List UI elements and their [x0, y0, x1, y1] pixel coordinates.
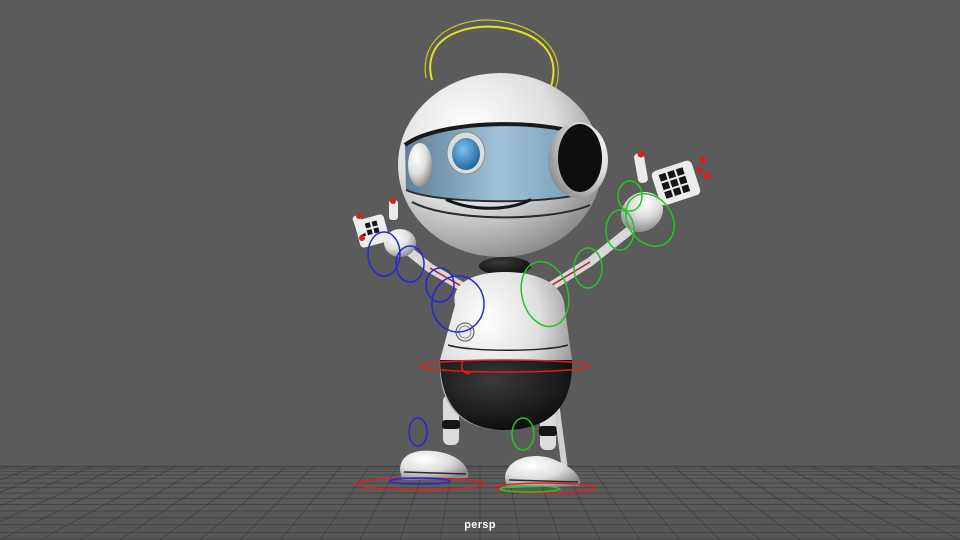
camera-name-label: persp — [464, 519, 496, 531]
torso[interactable] — [439, 272, 573, 430]
persp-viewport[interactable]: persp — [0, 0, 960, 540]
scene-canvas[interactable] — [0, 0, 960, 540]
left-knee-control[interactable] — [408, 417, 428, 447]
head[interactable] — [398, 73, 608, 257]
